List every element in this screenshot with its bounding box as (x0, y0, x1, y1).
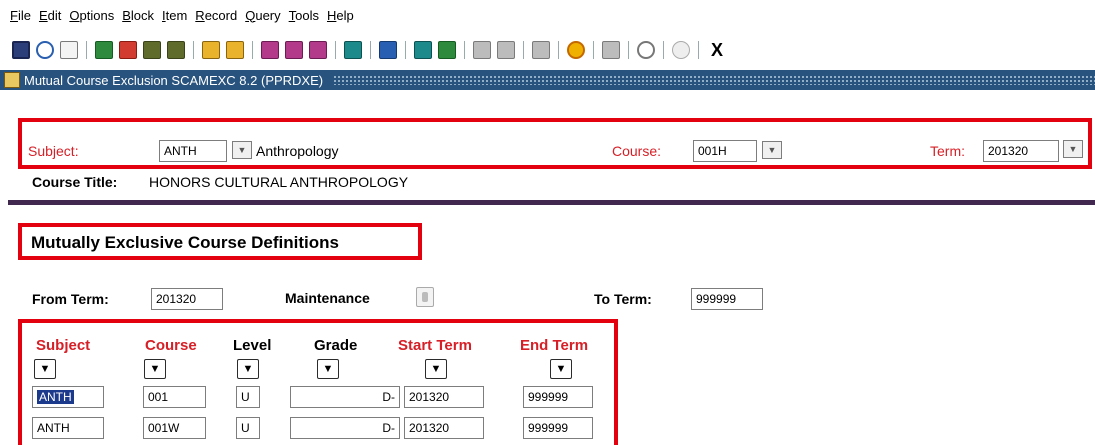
toolbar-separator (86, 41, 87, 59)
speaker-icon[interactable] (532, 41, 550, 59)
to-term-field[interactable]: 999999 (691, 288, 763, 310)
row-1-grade-field[interactable]: D- (290, 386, 400, 408)
row-1-level-field[interactable]: U (236, 386, 260, 408)
search-icon[interactable] (414, 41, 432, 59)
lightbulb-icon[interactable] (672, 41, 690, 59)
toolbar-separator (464, 41, 465, 59)
menu-help[interactable]: Help (327, 8, 354, 23)
section-heading: Mutually Exclusive Course Definitions (31, 233, 339, 252)
column-header-subject: Subject (36, 337, 91, 354)
next-block-icon[interactable] (226, 41, 244, 59)
row-2-course-field[interactable]: 001W (143, 417, 206, 439)
column-header-course: Course (145, 337, 197, 354)
menu-edit[interactable]: Edit (39, 8, 61, 23)
toolbar-separator (663, 41, 664, 59)
execute-query-icon[interactable] (285, 41, 303, 59)
exit-icon[interactable]: X (711, 40, 723, 61)
help-icon[interactable] (637, 41, 655, 59)
print-icon[interactable] (379, 41, 397, 59)
form-icon (4, 72, 20, 88)
help-desk-icon[interactable] (602, 41, 620, 59)
toolbar-separator (405, 41, 406, 59)
row-1-subject-field[interactable]: ANTH (32, 386, 104, 408)
course-title-label: Course Title: (32, 174, 118, 190)
column-header-grade: Grade (314, 337, 358, 354)
menu-file[interactable]: File (10, 8, 31, 23)
term-label: Term: (930, 143, 965, 159)
row-1-subject-selection: ANTH (37, 390, 74, 404)
toolbar-separator (335, 41, 336, 59)
menu-item[interactable]: Item (162, 8, 187, 23)
menu-query[interactable]: Query (245, 8, 280, 23)
row-2-grade-field[interactable]: D- (290, 417, 400, 439)
save-icon[interactable] (12, 41, 30, 59)
options-icon[interactable] (438, 41, 456, 59)
column-header-level: Level (233, 337, 272, 354)
select-icon[interactable] (60, 41, 78, 59)
toolbar-separator (252, 41, 253, 59)
insert-record-icon[interactable] (95, 41, 113, 59)
term-dropdown-button[interactable]: ▼ (1063, 140, 1083, 158)
toolbar-separator (628, 41, 629, 59)
window-title: Mutual Course Exclusion SCAMEXC 8.2 (PPR… (24, 72, 324, 88)
to-term-label: To Term: (594, 291, 652, 307)
column-header-start-term: Start Term (398, 337, 472, 354)
row-2-level-field[interactable]: U (236, 417, 260, 439)
remove-record-icon[interactable] (119, 41, 137, 59)
subject-column-dropdown[interactable]: ▼ (34, 359, 56, 379)
from-term-label: From Term: (32, 291, 109, 307)
row-2-end-term-field[interactable]: 999999 (523, 417, 593, 439)
end-term-column-dropdown[interactable]: ▼ (550, 359, 572, 379)
titlebar-pattern (333, 75, 1095, 85)
previous-block-icon[interactable] (202, 41, 220, 59)
toolbar-separator (523, 41, 524, 59)
course-field[interactable]: 001H (693, 140, 757, 162)
menu-block[interactable]: Block (122, 8, 154, 23)
grade-column-dropdown[interactable]: ▼ (317, 359, 339, 379)
enter-query-icon[interactable] (261, 41, 279, 59)
course-label: Course: (612, 143, 662, 159)
course-dropdown-button[interactable]: ▼ (762, 141, 782, 159)
menu-tools[interactable]: Tools (289, 8, 319, 23)
term-field[interactable]: 201320 (983, 140, 1059, 162)
menu-options[interactable]: Options (69, 8, 114, 23)
toolbar-separator (698, 41, 699, 59)
course-title-value: HONORS CULTURAL ANTHROPOLOGY (149, 174, 409, 190)
cancel-query-icon[interactable] (309, 41, 327, 59)
export-icon[interactable] (344, 41, 362, 59)
maintenance-label: Maintenance (285, 290, 370, 306)
window-titlebar: Mutual Course Exclusion SCAMEXC 8.2 (PPR… (0, 70, 1095, 90)
subject-description: Anthropology (256, 143, 339, 159)
start-term-column-dropdown[interactable]: ▼ (425, 359, 447, 379)
row-1-start-term-field[interactable]: 201320 (404, 386, 484, 408)
toolbar-separator (193, 41, 194, 59)
toolbar: X (0, 34, 1095, 66)
rollback-icon[interactable] (36, 41, 54, 59)
course-column-dropdown[interactable]: ▼ (144, 359, 166, 379)
workflow-icon[interactable] (567, 41, 585, 59)
subject-label: Subject: (28, 143, 79, 159)
previous-record-icon[interactable] (143, 41, 161, 59)
next-record-icon[interactable] (167, 41, 185, 59)
record-properties-icon[interactable] (497, 41, 515, 59)
row-1-course-field[interactable]: 001 (143, 386, 206, 408)
block-divider (8, 200, 1095, 205)
toolbar-separator (558, 41, 559, 59)
row-2-subject-field[interactable]: ANTH (32, 417, 104, 439)
menu-bar: File Edit Options Block Item Record Quer… (0, 0, 1095, 30)
toolbar-separator (370, 41, 371, 59)
subject-field[interactable]: ANTH (159, 140, 227, 162)
column-header-end-term: End Term (520, 337, 589, 354)
maintenance-icon[interactable] (416, 287, 434, 307)
subject-dropdown-button[interactable]: ▼ (232, 141, 252, 159)
toolbar-separator (593, 41, 594, 59)
menu-record[interactable]: Record (195, 8, 237, 23)
row-2-start-term-field[interactable]: 201320 (404, 417, 484, 439)
item-properties-icon[interactable] (473, 41, 491, 59)
level-column-dropdown[interactable]: ▼ (237, 359, 259, 379)
row-1-end-term-field[interactable]: 999999 (523, 386, 593, 408)
from-term-field[interactable]: 201320 (151, 288, 223, 310)
